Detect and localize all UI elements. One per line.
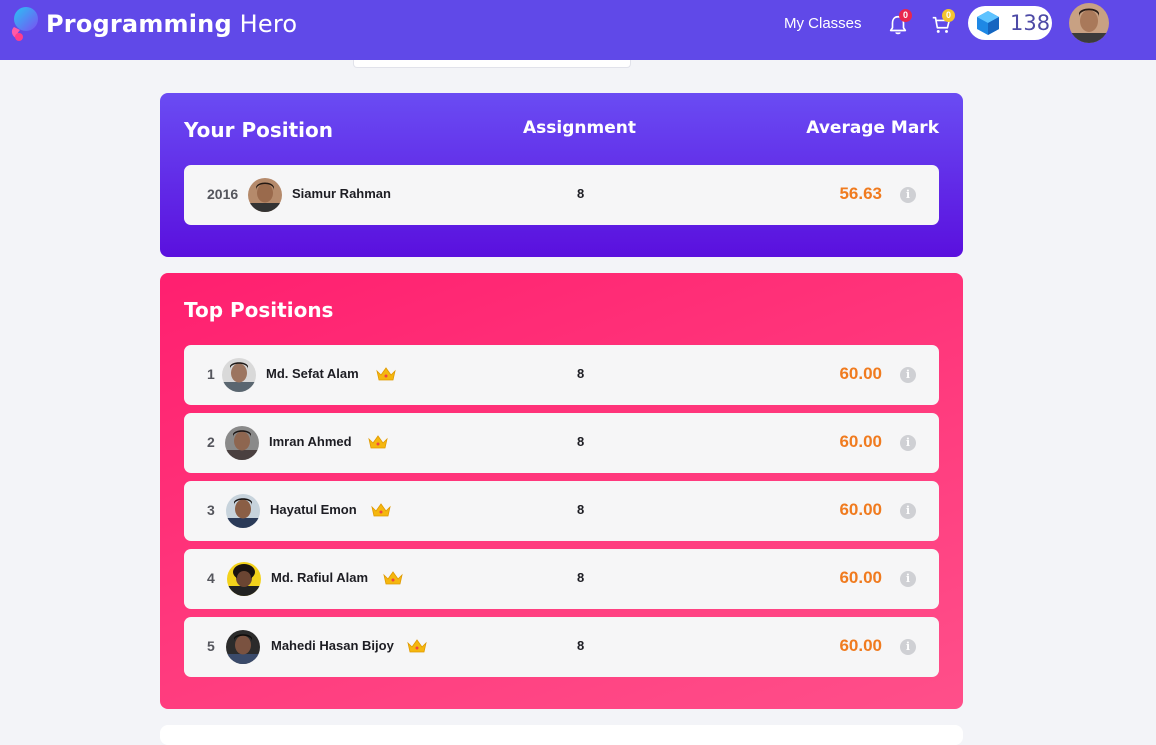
assignment-count: 8 bbox=[577, 638, 585, 653]
user-avatar[interactable] bbox=[1069, 3, 1109, 43]
assignment-count: 8 bbox=[577, 434, 585, 449]
assignment-count: 8 bbox=[577, 502, 585, 517]
rank: 3 bbox=[207, 502, 215, 518]
your-position-row[interactable]: 2016 Siamur Rahman 8 56.63 i bbox=[184, 165, 939, 225]
top-navbar: Programming Hero My Classes 0 0 138 bbox=[0, 0, 1156, 60]
average-mark: 60.00 bbox=[839, 500, 882, 519]
leaderboard-row[interactable]: 2 Imran Ahmed 8 60.00 i bbox=[184, 413, 939, 473]
leaderboard-row[interactable]: 3 Hayatul Emon 8 60.00 i bbox=[184, 481, 939, 541]
assignment-count: 8 bbox=[577, 186, 585, 201]
info-icon[interactable]: i bbox=[900, 503, 916, 519]
cart-count-badge: 0 bbox=[942, 9, 955, 22]
crown-icon bbox=[407, 639, 427, 653]
average-mark-column-header: Average Mark bbox=[806, 118, 939, 138]
info-icon[interactable]: i bbox=[900, 435, 916, 451]
crown-icon bbox=[383, 571, 403, 585]
crown-icon bbox=[376, 367, 396, 381]
top-positions-card: Top Positions 1 Md. Sefat Alam 8 60.00 i… bbox=[160, 273, 963, 709]
brand-name: Programming Hero bbox=[46, 10, 298, 38]
avatar bbox=[227, 562, 261, 596]
cart-button[interactable]: 0 bbox=[929, 9, 955, 38]
rank: 4 bbox=[207, 570, 215, 586]
leaderboard-row[interactable]: 1 Md. Sefat Alam 8 60.00 i bbox=[184, 345, 939, 405]
your-position-card: Your Position Assignment Average Mark 20… bbox=[160, 93, 963, 257]
avatar bbox=[226, 630, 260, 664]
your-position-title: Your Position bbox=[184, 118, 334, 142]
student-name: Md. Rafiul Alam bbox=[271, 570, 369, 585]
avatar bbox=[222, 358, 256, 392]
student-name: Mahedi Hasan Bijoy bbox=[271, 638, 394, 653]
student-name: Siamur Rahman bbox=[292, 186, 391, 201]
search-box-edge[interactable] bbox=[353, 60, 631, 68]
average-mark: 60.00 bbox=[839, 364, 882, 383]
rank: 5 bbox=[207, 638, 215, 654]
assignment-count: 8 bbox=[577, 366, 585, 381]
average-mark: 60.00 bbox=[839, 432, 882, 451]
info-icon[interactable]: i bbox=[900, 187, 916, 203]
gem-balance[interactable]: 138 bbox=[968, 6, 1052, 40]
notifications-button[interactable]: 0 bbox=[886, 9, 912, 38]
brand[interactable]: Programming Hero bbox=[6, 5, 297, 43]
average-mark: 56.63 bbox=[839, 184, 882, 203]
my-classes-link[interactable]: My Classes bbox=[784, 15, 862, 32]
notification-count-badge: 0 bbox=[899, 9, 912, 22]
average-mark: 60.00 bbox=[839, 636, 882, 655]
assignment-count: 8 bbox=[577, 570, 585, 585]
rank: 2 bbox=[207, 434, 215, 450]
top-positions-title: Top Positions bbox=[184, 298, 334, 322]
crown-icon bbox=[368, 435, 388, 449]
student-name: Imran Ahmed bbox=[269, 434, 352, 449]
leaderboard-row[interactable]: 4 Md. Rafiul Alam 8 60.00 i bbox=[184, 549, 939, 609]
avatar bbox=[248, 178, 282, 212]
assignment-column-header: Assignment bbox=[523, 118, 636, 138]
leaderboard-row[interactable]: 5 Mahedi Hasan Bijoy 8 60.00 i bbox=[184, 617, 939, 677]
avatar bbox=[226, 494, 260, 528]
rank: 2016 bbox=[207, 186, 239, 202]
next-section-card bbox=[160, 725, 963, 745]
average-mark: 60.00 bbox=[839, 568, 882, 587]
student-name: Md. Sefat Alam bbox=[266, 366, 359, 381]
gem-count: 138 bbox=[1010, 11, 1051, 35]
programming-hero-logo-icon bbox=[6, 5, 42, 43]
gem-icon bbox=[977, 11, 999, 35]
rank: 1 bbox=[207, 366, 215, 382]
avatar bbox=[225, 426, 259, 460]
student-name: Hayatul Emon bbox=[270, 502, 357, 517]
info-icon[interactable]: i bbox=[900, 367, 916, 383]
info-icon[interactable]: i bbox=[900, 639, 916, 655]
info-icon[interactable]: i bbox=[900, 571, 916, 587]
crown-icon bbox=[371, 503, 391, 517]
